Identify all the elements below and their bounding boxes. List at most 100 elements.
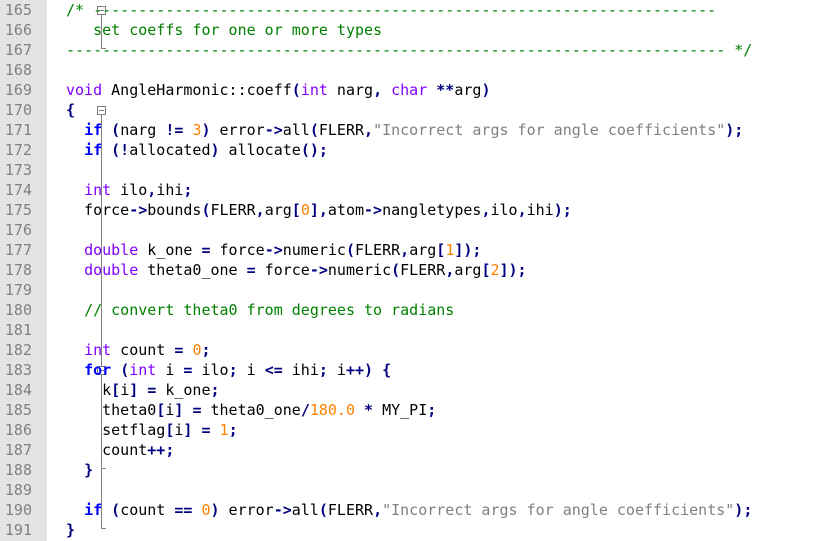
code-token: ----------------------------------------… [66, 41, 753, 59]
code-line[interactable]: int count = 0; [66, 340, 211, 360]
code-token: ; [427, 401, 437, 419]
code-token: // convert theta0 from degrees to radian… [84, 301, 455, 319]
code-line[interactable]: double k_one = force->numeric(FLERR,arg[… [66, 240, 481, 260]
code-editor[interactable]: 165 166 167 168 169 170 171 172 173 174 175 176 177 1… [0, 0, 830, 541]
code-token: ) [481, 81, 491, 99]
line-number: 183 [4, 361, 32, 379]
code-token: ihi [156, 181, 184, 199]
code-line[interactable]: theta0[i] = theta0_one/180.0 * MY_PI; [66, 400, 436, 420]
code-token: if [84, 121, 103, 139]
code-token: setflag [66, 421, 166, 439]
code-token: arg [409, 241, 437, 259]
code-line[interactable]: ----------------------------------------… [66, 40, 752, 60]
code-token: nangletypes [382, 201, 482, 219]
code-line[interactable]: force->bounds(FLERR,arg[0],atom->nanglet… [66, 200, 572, 220]
code-line[interactable]: if (!allocated) allocate(); [66, 140, 328, 160]
code-line[interactable]: k[i] = k_one; [66, 380, 220, 400]
code-token: , [147, 181, 157, 199]
code-token: int [300, 81, 328, 99]
code-token: , [255, 201, 265, 219]
code-line[interactable]: // convert theta0 from degrees to radian… [66, 300, 454, 320]
code-token: <= [264, 361, 283, 379]
code-token: ( [318, 501, 328, 519]
code-token: "Incorrect args for angle coefficients" [373, 121, 726, 139]
line-number: 180 [4, 301, 32, 319]
line-number: 187 [4, 441, 32, 459]
code-token: count [120, 501, 175, 519]
code-token: [ [111, 381, 121, 399]
code-token: ++; [147, 441, 175, 459]
code-token: = [201, 241, 211, 259]
code-token: MY_PI [373, 401, 428, 419]
fold-margin[interactable] [47, 0, 106, 541]
code-line[interactable]: for (int i = ilo; i <= ihi; i++) { [66, 360, 391, 380]
code-token: ; [183, 181, 193, 199]
code-token: ilo [111, 181, 148, 199]
code-token: 1 [219, 421, 229, 439]
code-token: bounds [147, 201, 202, 219]
line-number: 178 [4, 261, 32, 279]
code-token: ( [345, 241, 355, 259]
code-token: i [120, 381, 130, 399]
code-token: ) [201, 121, 211, 139]
code-token: ] [129, 381, 139, 399]
code-token: { [382, 361, 392, 379]
code-token: -> [364, 201, 383, 219]
code-token: ++) [345, 361, 374, 379]
line-number: 166 [4, 21, 32, 39]
code-token: narg [120, 121, 166, 139]
code-token: [ [291, 201, 301, 219]
code-token: -> [264, 121, 283, 139]
line-number: 171 [4, 121, 32, 139]
code-line[interactable]: set coeffs for one or more types [66, 20, 382, 40]
code-token: ** [436, 81, 455, 99]
code-token: , [364, 121, 374, 139]
code-token: ; [201, 341, 211, 359]
code-line[interactable]: } [66, 460, 93, 480]
code-token: char [391, 81, 428, 99]
code-line[interactable]: setflag[i] = 1; [66, 420, 238, 440]
code-token: if [84, 141, 103, 159]
code-token: arg [454, 261, 482, 279]
code-token: force [66, 201, 130, 219]
code-token: int [84, 181, 112, 199]
code-token: error [219, 501, 274, 519]
code-line[interactable]: void AngleHarmonic::coeff(int narg, char… [66, 80, 490, 100]
line-number: 167 [4, 41, 32, 59]
code-token: { [66, 101, 76, 119]
code-line[interactable]: /* -------------------------------------… [66, 0, 716, 20]
code-token: AngleHarmonic::coeff [102, 81, 292, 99]
code-token: = [246, 261, 256, 279]
code-line[interactable]: count++; [66, 440, 174, 460]
code-token: ilo [490, 201, 518, 219]
code-token: ( [111, 501, 121, 519]
code-token: FLERR [327, 501, 374, 519]
code-token: ; [318, 361, 328, 379]
code-line[interactable]: if (narg != 3) error->all(FLERR,"Incorre… [66, 120, 743, 140]
line-number: 181 [4, 321, 32, 339]
code-token: void [66, 81, 103, 99]
code-token: ihi [282, 361, 319, 379]
code-token: FLERR [355, 241, 401, 259]
line-number: 189 [4, 481, 32, 499]
code-token: all [291, 501, 319, 519]
code-line[interactable]: int ilo,ihi; [66, 180, 192, 200]
code-token: ); [725, 121, 744, 139]
code-token: ; [210, 381, 220, 399]
code-line[interactable]: } [66, 520, 75, 540]
code-area[interactable]: / * -------------------------------------… [62, 0, 830, 541]
code-token: for [84, 361, 112, 379]
code-token: 180.0 [309, 401, 355, 419]
code-line[interactable]: double theta0_one = force->numeric(FLERR… [66, 260, 527, 280]
code-line[interactable]: { [66, 100, 75, 120]
code-line[interactable]: if (count == 0) error->all(FLERR,"Incorr… [66, 500, 752, 520]
code-token: ; [228, 421, 238, 439]
